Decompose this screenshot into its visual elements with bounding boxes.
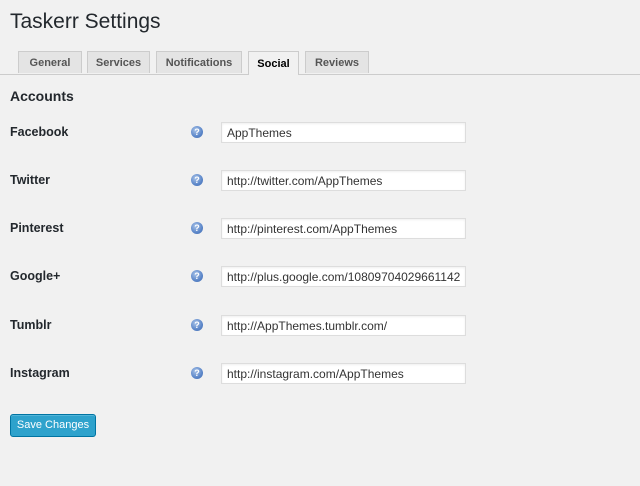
tab-notifications[interactable]: Notifications bbox=[156, 51, 242, 73]
tumblr-label: Tumblr bbox=[10, 318, 52, 332]
google-plus-label: Google+ bbox=[10, 269, 61, 283]
help-icon[interactable]: ? bbox=[191, 174, 203, 186]
save-changes-button[interactable]: Save Changes bbox=[10, 414, 96, 437]
tab-services[interactable]: Services bbox=[87, 51, 150, 73]
help-icon[interactable]: ? bbox=[191, 126, 203, 138]
settings-tabs: General Services Notifications Social Re… bbox=[0, 51, 640, 75]
pinterest-label: Pinterest bbox=[10, 221, 64, 235]
google-plus-field[interactable] bbox=[221, 266, 466, 287]
pinterest-field[interactable] bbox=[221, 218, 466, 239]
help-icon[interactable]: ? bbox=[191, 222, 203, 234]
section-title: Accounts bbox=[10, 88, 74, 104]
twitter-label: Twitter bbox=[10, 173, 51, 187]
help-icon[interactable]: ? bbox=[191, 367, 203, 379]
tab-reviews[interactable]: Reviews bbox=[305, 51, 369, 73]
help-icon[interactable]: ? bbox=[191, 270, 203, 282]
tab-general[interactable]: General bbox=[18, 51, 82, 73]
instagram-field[interactable] bbox=[221, 363, 466, 384]
tab-social[interactable]: Social bbox=[248, 51, 299, 75]
help-icon[interactable]: ? bbox=[191, 319, 203, 331]
facebook-field[interactable] bbox=[221, 122, 466, 143]
facebook-label: Facebook bbox=[10, 125, 69, 139]
twitter-field[interactable] bbox=[221, 170, 466, 191]
instagram-label: Instagram bbox=[10, 366, 70, 380]
tumblr-field[interactable] bbox=[221, 315, 466, 336]
page-title: Taskerr Settings bbox=[10, 10, 161, 33]
